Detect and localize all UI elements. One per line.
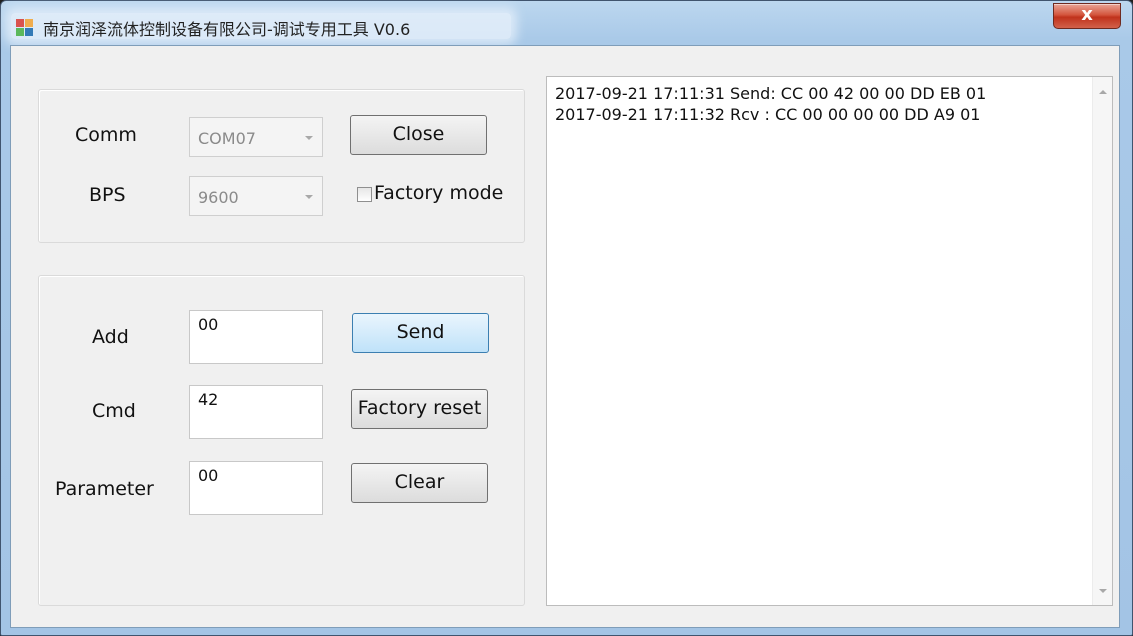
factory-reset-button[interactable]: Factory reset [351, 389, 488, 429]
comm-port-value: COM07 [198, 129, 256, 148]
checkbox-box[interactable] [357, 187, 372, 202]
factory-mode-label: Factory mode [374, 182, 504, 204]
command-group: Add 00 Send Cmd 42 Factory reset Paramet… [38, 275, 525, 606]
log-output[interactable]: 2017-09-21 17:11:31 Send: CC 00 42 00 00… [546, 76, 1113, 606]
app-icon[interactable] [15, 17, 35, 37]
log-scrollbar[interactable] [1092, 77, 1112, 605]
window-close-button[interactable]: x [1053, 3, 1121, 29]
scroll-down-arrow-icon[interactable] [1099, 589, 1107, 593]
send-button[interactable]: Send [352, 313, 489, 353]
comm-port-select[interactable]: COM07 [189, 117, 323, 157]
window-title: 南京润泽流体控制设备有限公司-调试专用工具 V0.6 [43, 20, 411, 39]
clear-button[interactable]: Clear [351, 463, 488, 503]
add-label: Add [92, 326, 129, 348]
scroll-up-arrow-icon[interactable] [1099, 90, 1107, 94]
parameter-input[interactable]: 00 [189, 461, 323, 515]
cmd-input[interactable]: 42 [189, 385, 323, 439]
bps-select[interactable]: 9600 [189, 176, 323, 216]
bps-value: 9600 [198, 188, 239, 207]
chevron-down-icon[interactable] [305, 136, 313, 140]
client-area: Comm COM07 Close BPS 9600 Factory mode A… [10, 45, 1120, 628]
log-line: 2017-09-21 17:11:32 Rcv : CC 00 00 00 00… [555, 105, 981, 124]
app-window: 南京润泽流体控制设备有限公司-调试专用工具 V0.6 x Comm COM07 … [0, 0, 1133, 636]
add-value: 00 [198, 315, 219, 334]
close-port-button[interactable]: Close [350, 115, 487, 155]
parameter-value: 00 [198, 466, 219, 485]
comm-label: Comm [75, 124, 137, 146]
cmd-value: 42 [198, 390, 219, 409]
serial-settings-group: Comm COM07 Close BPS 9600 Factory mode [38, 89, 525, 243]
title-bar[interactable]: 南京润泽流体控制设备有限公司-调试专用工具 V0.6 x [1, 1, 1132, 45]
bps-label: BPS [89, 184, 126, 206]
close-icon: x [1081, 4, 1093, 25]
chevron-down-icon[interactable] [305, 195, 313, 199]
add-input[interactable]: 00 [189, 310, 323, 364]
parameter-label: Parameter [55, 478, 154, 500]
log-line: 2017-09-21 17:11:31 Send: CC 00 42 00 00… [555, 84, 987, 103]
cmd-label: Cmd [92, 400, 136, 422]
